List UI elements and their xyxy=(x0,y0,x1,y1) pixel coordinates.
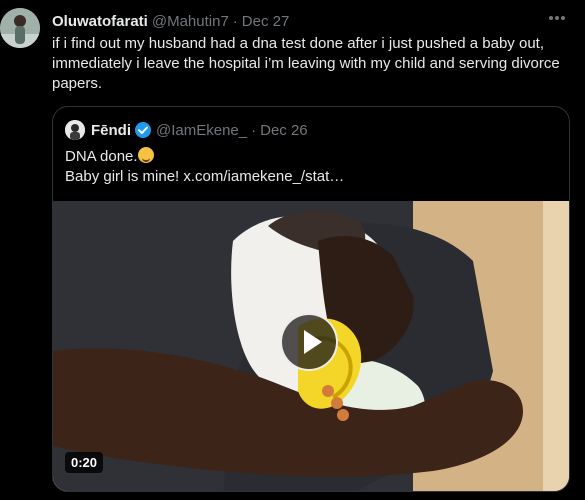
more-horizontal-icon[interactable] xyxy=(545,8,569,28)
separator: · xyxy=(232,12,238,30)
separator: · xyxy=(251,121,257,139)
quoted-author-handle[interactable]: @IamEkene_ xyxy=(156,122,247,139)
quoted-line-1: DNA done. xyxy=(65,148,138,165)
author-name[interactable]: Oluwatofarati xyxy=(52,13,148,30)
quoted-tweet-text: DNA done. Baby girl is mine! x.com/iamek… xyxy=(65,147,555,187)
video-duration: 0:20 xyxy=(65,452,104,473)
tweet-date[interactable]: Dec 27 xyxy=(242,13,290,30)
play-icon[interactable] xyxy=(280,313,338,371)
quoted-author-name[interactable]: Fēndi xyxy=(91,122,131,139)
tweet-header: Oluwatofarati @Mahutin7 · Dec 27 xyxy=(52,10,573,32)
author-avatar[interactable] xyxy=(0,8,40,48)
quoted-author-avatar[interactable] xyxy=(65,120,85,140)
quoted-tweet[interactable]: Fēndi @IamEkene_ · Dec 26 DNA done. Baby… xyxy=(52,106,570,492)
verified-badge-icon xyxy=(134,121,152,139)
tweet-text: if i find out my husband had a dna test … xyxy=(52,35,560,92)
video-player[interactable]: 0:20 xyxy=(53,201,569,491)
author-handle[interactable]: @Mahutin7 xyxy=(152,13,229,30)
grinning-sweat-emoji xyxy=(137,147,154,163)
tweet[interactable]: Oluwatofarati @Mahutin7 · Dec 27 if i fi… xyxy=(0,0,585,500)
quoted-tweet-date[interactable]: Dec 26 xyxy=(260,122,308,139)
quoted-tweet-header: Fēndi @IamEkene_ · Dec 26 xyxy=(65,119,308,141)
quoted-line-2: Baby girl is mine! x.com/iamekene_/stat… xyxy=(65,168,345,185)
